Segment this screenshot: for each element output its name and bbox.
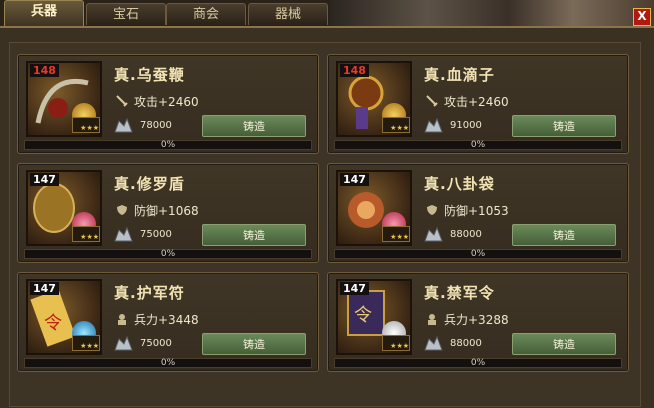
item-name: 真.乌蚕鞭 — [114, 66, 185, 84]
progress-bar: 0% — [24, 358, 312, 368]
item-name: 真.修罗盾 — [114, 175, 185, 193]
item-stat: 防御+1053 — [444, 204, 509, 218]
item-name: 真.血滴子 — [424, 66, 495, 84]
level-badge: 148 — [340, 64, 369, 77]
level-badge: 148 — [30, 64, 59, 77]
ore-icon — [114, 117, 133, 133]
forge-button[interactable]: 铸造 — [512, 115, 616, 137]
item-card: 令 147 ★★★ 真.护军符 兵力+3448 75000 铸造 0% — [17, 272, 319, 372]
shield-icon — [427, 205, 437, 215]
level-badge: 147 — [30, 282, 59, 295]
shield-icon — [117, 205, 127, 215]
star-rating-icon: ★★★ — [72, 335, 100, 351]
ore-icon — [424, 117, 443, 133]
forge-window: 兵器 宝石 商会 器械 X 148 ★★★ 真.乌蚕鞭 攻击+2460 7800… — [0, 0, 654, 408]
level-badge: 147 — [340, 282, 369, 295]
tab-weapons[interactable]: 兵器 — [4, 0, 84, 27]
close-icon[interactable]: X — [633, 8, 651, 26]
progress-label: 0% — [160, 249, 176, 259]
progress-bar: 0% — [24, 249, 312, 259]
tab-machinery[interactable]: 器械 — [248, 3, 328, 25]
item-cost: 88000 — [450, 229, 482, 240]
forge-button[interactable]: 铸造 — [202, 115, 306, 137]
forge-button[interactable]: 铸造 — [202, 224, 306, 246]
soldier-icon — [428, 314, 436, 325]
svg-text:令: 令 — [354, 305, 372, 326]
item-image: 令 147 ★★★ — [26, 279, 102, 355]
forge-panel: 148 ★★★ 真.乌蚕鞭 攻击+2460 78000 铸造 0% 148 ★★… — [0, 26, 654, 408]
item-stat: 攻击+2460 — [444, 95, 509, 109]
star-rating-icon: ★★★ — [72, 226, 100, 242]
progress-label: 0% — [470, 249, 486, 259]
ore-icon — [114, 226, 133, 242]
item-image: 148 ★★★ — [336, 61, 412, 137]
item-stat: 防御+1068 — [134, 204, 199, 218]
ore-icon — [424, 226, 443, 242]
item-stat: 兵力+3288 — [444, 313, 509, 327]
progress-label: 0% — [160, 140, 176, 150]
progress-label: 0% — [470, 358, 486, 368]
progress-bar: 0% — [334, 358, 622, 368]
star-rating-icon: ★★★ — [382, 335, 410, 351]
background-scenery — [330, 0, 654, 26]
progress-label: 0% — [470, 140, 486, 150]
item-cost: 75000 — [140, 338, 172, 349]
item-image: 147 ★★★ — [336, 170, 412, 246]
item-name: 真.禁军令 — [424, 284, 495, 302]
item-image: 令 147 ★★★ — [336, 279, 412, 355]
ore-icon — [424, 335, 443, 351]
item-cost: 88000 — [450, 338, 482, 349]
level-badge: 147 — [340, 173, 369, 186]
star-rating-icon: ★★★ — [72, 117, 100, 133]
progress-bar: 0% — [334, 249, 622, 259]
item-card: 147 ★★★ 真.八卦袋 防御+1053 88000 铸造 0% — [327, 163, 629, 263]
ore-icon — [114, 335, 133, 351]
sword-icon — [426, 95, 438, 107]
tab-gems[interactable]: 宝石 — [86, 3, 166, 25]
item-card: 147 ★★★ 真.修罗盾 防御+1068 75000 铸造 0% — [17, 163, 319, 263]
forge-button[interactable]: 铸造 — [512, 333, 616, 355]
item-grid: 148 ★★★ 真.乌蚕鞭 攻击+2460 78000 铸造 0% 148 ★★… — [9, 42, 641, 407]
forge-button[interactable]: 铸造 — [202, 333, 306, 355]
soldier-icon — [118, 314, 126, 325]
item-cost: 78000 — [140, 120, 172, 131]
forge-button[interactable]: 铸造 — [512, 224, 616, 246]
item-image: 148 ★★★ — [26, 61, 102, 137]
svg-text:令: 令 — [44, 313, 62, 334]
sword-icon — [116, 95, 128, 107]
progress-label: 0% — [160, 358, 176, 368]
item-name: 真.护军符 — [114, 284, 185, 302]
star-rating-icon: ★★★ — [382, 117, 410, 133]
item-card: 令 147 ★★★ 真.禁军令 兵力+3288 88000 铸造 0% — [327, 272, 629, 372]
item-card: 148 ★★★ 真.血滴子 攻击+2460 91000 铸造 0% — [327, 54, 629, 154]
star-rating-icon: ★★★ — [382, 226, 410, 242]
item-image: 147 ★★★ — [26, 170, 102, 246]
item-stat: 兵力+3448 — [134, 313, 199, 327]
progress-bar: 0% — [334, 140, 622, 150]
item-cost: 91000 — [450, 120, 482, 131]
tab-guild[interactable]: 商会 — [166, 3, 246, 25]
progress-bar: 0% — [24, 140, 312, 150]
level-badge: 147 — [30, 173, 59, 186]
item-cost: 75000 — [140, 229, 172, 240]
item-stat: 攻击+2460 — [134, 95, 199, 109]
item-name: 真.八卦袋 — [424, 175, 495, 193]
item-card: 148 ★★★ 真.乌蚕鞭 攻击+2460 78000 铸造 0% — [17, 54, 319, 154]
